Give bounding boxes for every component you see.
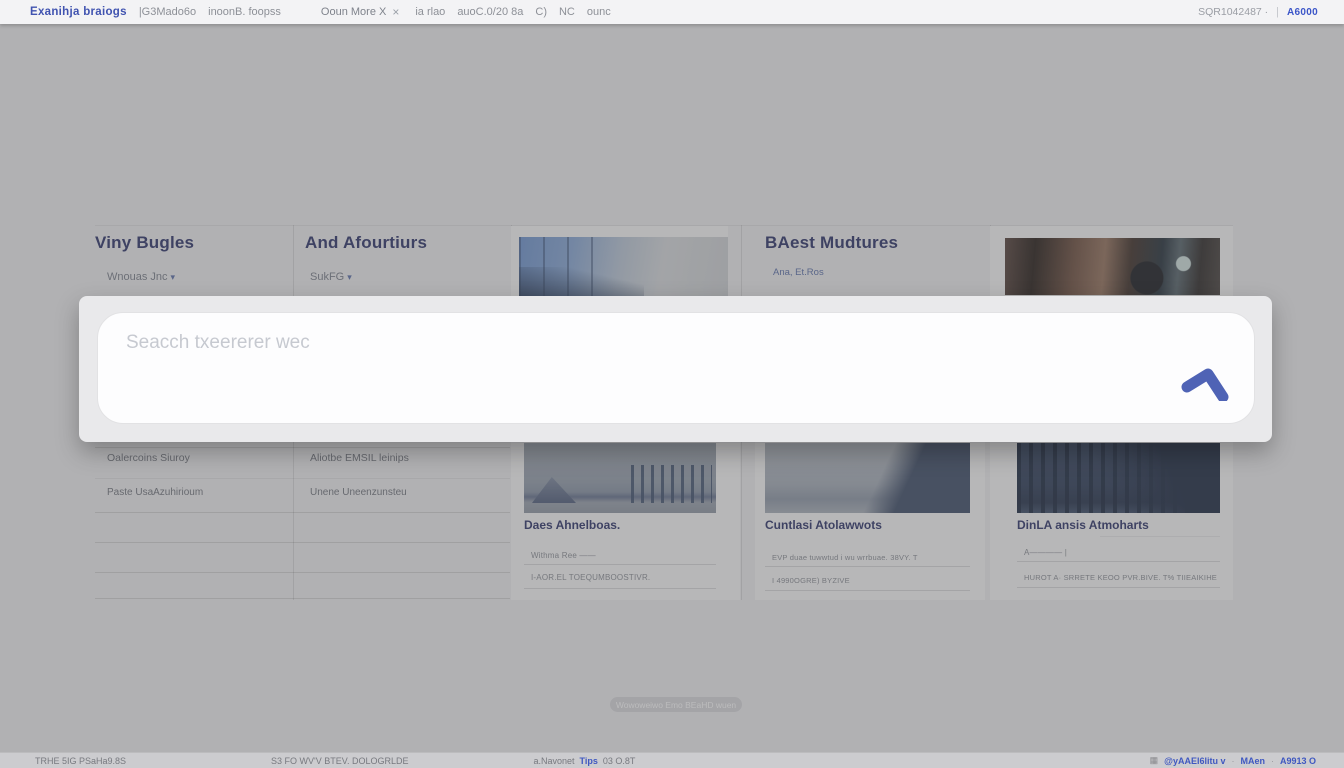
card-meta-divider	[1017, 561, 1220, 562]
footer-link-3[interactable]: A9913 O	[1280, 756, 1316, 766]
list-divider	[95, 542, 510, 543]
card-meta-divider	[1100, 536, 1220, 537]
section-heading-3: BAest Mudtures	[765, 233, 898, 253]
list-divider	[95, 447, 510, 448]
card-meta-divider	[765, 566, 970, 567]
list-divider	[95, 572, 510, 573]
topbar-item[interactable]: NC	[559, 6, 575, 18]
filter-dropdown-2-label: SukFG	[310, 271, 344, 283]
app-logo[interactable]: Exanihja braiogs	[30, 6, 127, 18]
footer-right-group: ▦ @yAAEl6litu v · MAen · A9913 O	[1150, 755, 1316, 766]
show-more-link[interactable]: Wowoweiwo Emo BEaHD wuen	[610, 697, 742, 712]
card-meta-divider	[524, 564, 716, 565]
footer-text-left2: S3 FO WV'V BTEV. DOLOGRLDE	[271, 756, 408, 766]
footer-dot: ·	[1231, 756, 1234, 766]
footer-center-pre: a.Navonet	[533, 756, 574, 766]
footer-dot: ·	[1271, 756, 1274, 766]
footer-link-1[interactable]: @yAAEl6litu v	[1164, 756, 1225, 766]
list-item[interactable]: Aliotbe EMSIL leinips	[310, 452, 409, 464]
footer-link-2[interactable]: MAen	[1240, 756, 1265, 766]
list-item[interactable]: Paste UsaAzuhirioum	[107, 487, 203, 498]
topbar-item[interactable]: ia rlao	[415, 6, 445, 18]
card-meta: HUROT A· SRRETE KEOO PVR.BIVE. T% TIIEAI…	[1024, 573, 1217, 582]
chevron-down-icon: ▾	[347, 272, 352, 282]
topbar-item[interactable]: |G3Mado6o	[139, 6, 196, 18]
card-meta: EVP duae tuwwtud i wu wrrbuae. 38VY. T	[772, 553, 918, 562]
topbar-item[interactable]: inoonB. foopss	[208, 6, 281, 18]
topbar-tab-label: Ooun More X	[321, 6, 386, 18]
card-photo-misty-slope[interactable]	[765, 443, 970, 513]
topbar-right-group: SQR1042487 · | A6000	[1198, 6, 1318, 18]
browser-topbar: Exanihja braiogs |G3Mado6o inoonB. foops…	[0, 0, 1344, 24]
card-meta-divider	[524, 588, 716, 589]
card-photo-machinery[interactable]	[1005, 238, 1220, 295]
card-meta-divider	[1017, 587, 1220, 588]
search-submit-button[interactable]	[1180, 361, 1232, 401]
topbar-separator: |	[1276, 6, 1279, 18]
search-modal	[79, 296, 1272, 442]
filter-dropdown-2[interactable]: SukFG▾	[310, 271, 352, 283]
card-title[interactable]: Daes Ahnelboas.	[524, 518, 620, 532]
card-meta: I-AOR.EL TOEQUMBOOSTIVR.	[531, 573, 650, 582]
list-item[interactable]: Unene Uneenzunsteu	[310, 487, 407, 498]
card-photo-misty-cypress[interactable]	[524, 443, 716, 513]
topbar-item[interactable]: ounc	[587, 6, 611, 18]
list-divider	[95, 478, 510, 479]
filter-dropdown-1-label: Wnouas Jnc	[107, 271, 168, 283]
app-window: Viny Bugles And Afourtiurs BAest Mudture…	[0, 0, 1344, 768]
list-divider	[95, 512, 510, 513]
filter-dropdown-1[interactable]: Wnouas Jnc▾	[107, 271, 175, 283]
section-heading-2: And Afourtiurs	[305, 233, 427, 253]
topbar-item[interactable]: C)	[535, 6, 547, 18]
footer-center-post: 03 O.8T	[603, 756, 636, 766]
footer-text-left: TRHE 5IG PSaHa9.8S	[35, 756, 126, 766]
chevron-down-icon: ▾	[171, 272, 176, 282]
account-id: SQR1042487 ·	[1198, 6, 1268, 18]
search-box[interactable]	[97, 312, 1255, 424]
footer-center-link[interactable]: Tips	[580, 756, 598, 766]
card-meta: I 4990OGRE) BYZIVE	[772, 576, 850, 585]
section-subtext-3: Ana, Et.Ros	[773, 267, 824, 278]
card-title[interactable]: Cuntlasi Atolawwots	[765, 518, 882, 532]
section-heading-1: Viny Bugles	[95, 233, 194, 253]
card-photo-dark-mountain[interactable]	[1017, 443, 1220, 513]
close-icon[interactable]: ×	[392, 5, 399, 19]
card-meta: A———— |	[1024, 548, 1067, 557]
topbar-link[interactable]: A6000	[1287, 7, 1318, 18]
card-meta: Withma Ree ——	[531, 551, 596, 560]
grid-icon: ▦	[1150, 755, 1159, 766]
footer-bar: TRHE 5IG PSaHa9.8S S3 FO WV'V BTEV. DOLO…	[0, 752, 1344, 768]
footer-center-group: a.Navonet Tips 03 O.8T	[533, 756, 635, 766]
list-item[interactable]: Oalercoins Siuroy	[107, 452, 190, 464]
submit-arrow-icon	[1180, 361, 1232, 401]
card-title[interactable]: DinLA ansis Atmoharts	[1017, 518, 1149, 532]
list-divider	[95, 598, 510, 599]
topbar-item[interactable]: auoC.0/20 8a	[457, 6, 523, 18]
card-photo-sky-powerlines[interactable]	[519, 237, 728, 296]
search-input[interactable]	[124, 325, 1028, 361]
topbar-tab[interactable]: Ooun More X ×	[321, 5, 399, 19]
card-meta-divider	[765, 590, 970, 591]
